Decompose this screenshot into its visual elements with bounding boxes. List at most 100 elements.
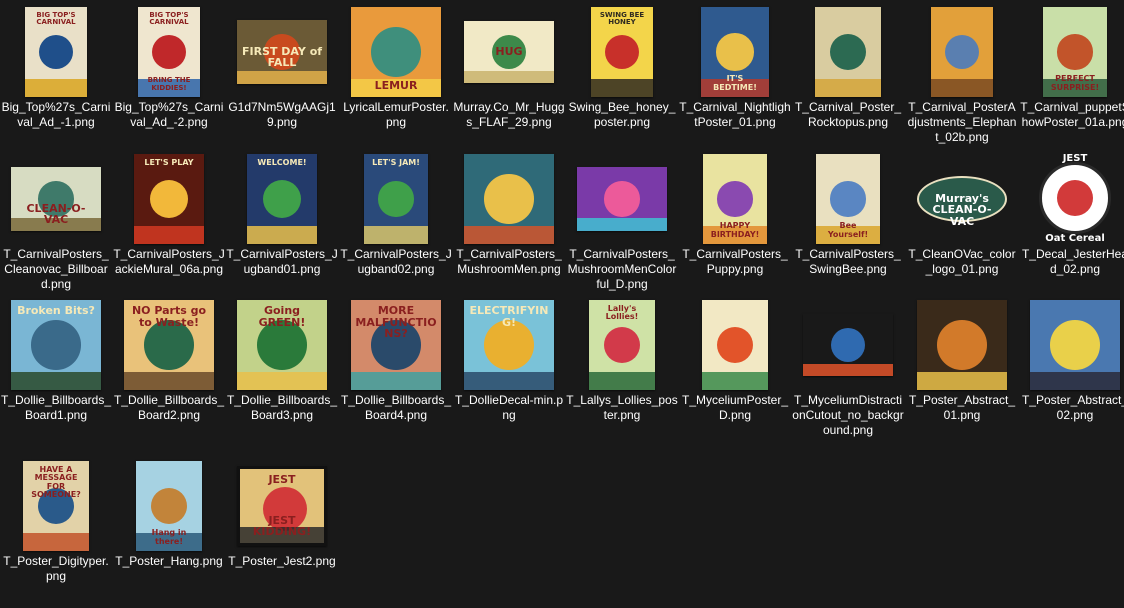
file-name-label: T_Carnival_puppetShowPoster_01a.png bbox=[1020, 100, 1124, 129]
file-item[interactable]: Murray's CLEAN-O-VAC T_CleanOVac_color_lo… bbox=[906, 153, 1018, 301]
artwork-figure bbox=[830, 327, 866, 363]
file-item[interactable]: WELCOME! T_CarnivalPosters_Jugband01.png bbox=[226, 153, 338, 301]
file-item[interactable]: LET'S JAM! T_CarnivalPosters_Jugband02.pn… bbox=[340, 153, 452, 301]
image-thumbnail: LEMUR bbox=[351, 7, 441, 97]
artwork-accent bbox=[803, 364, 893, 376]
file-thumbnail-area: Hang in there! bbox=[113, 460, 225, 552]
file-item[interactable]: JEST Oat Cereal T_Decal_JesterHead_02.png bbox=[1019, 153, 1124, 301]
file-name-label: T_CarnivalPosters_MushroomMenColorful_D.… bbox=[567, 247, 677, 291]
file-item[interactable]: MORE MALFUNCTIONS? T_Dollie_Billboards_Bo… bbox=[340, 299, 452, 447]
artwork-figure bbox=[717, 181, 753, 217]
file-item[interactable]: T_Carnival_Poster_Rocktopus.png bbox=[792, 6, 904, 154]
file-name-label: T_CarnivalPosters_Jugband01.png bbox=[226, 247, 338, 276]
image-thumbnail: MORE MALFUNCTIONS? bbox=[351, 300, 441, 390]
file-item[interactable]: T_Poster_Abstract_01.png bbox=[906, 299, 1018, 447]
thumbnail-caption: JEST KIDDING! bbox=[252, 513, 312, 539]
artwork-accent bbox=[917, 372, 1007, 390]
file-name-label: T_CarnivalPosters_Puppy.png bbox=[682, 247, 788, 276]
artwork-accent bbox=[815, 79, 881, 97]
file-item[interactable]: HAPPY BIRTHDAY! T_CarnivalPosters_Puppy.p… bbox=[679, 153, 791, 301]
file-item[interactable]: T_Carnival_PosterAdjustments_Elephant_02… bbox=[906, 6, 1018, 154]
thumbnail-caption: Murray's CLEAN-O-VAC bbox=[932, 191, 992, 228]
artwork-accent bbox=[464, 71, 554, 83]
file-name-label: T_MyceliumPoster_D.png bbox=[681, 393, 789, 422]
thumbnail-caption: JEST bbox=[268, 473, 296, 486]
file-item[interactable]: IT'S BEDTIME! T_Carnival_NightlightPoster… bbox=[679, 6, 791, 154]
file-item[interactable]: SWING BEE HONEY Swing_Bee_honey_poster.pn… bbox=[566, 6, 678, 154]
file-item[interactable]: Going GREEN! T_Dollie_Billboards_Board3.p… bbox=[226, 299, 338, 447]
file-name-label: Swing_Bee_honey_poster.png bbox=[568, 100, 676, 129]
artwork-figure bbox=[149, 179, 189, 219]
file-item[interactable]: Hang in there! T_Poster_Hang.png bbox=[113, 460, 225, 608]
image-thumbnail: CLEAN-O-VAC bbox=[11, 167, 101, 231]
file-item[interactable]: T_Poster_Abstract_02.png bbox=[1019, 299, 1124, 447]
thumbnail-caption: LET'S JAM! bbox=[372, 158, 420, 167]
file-thumbnail-area: Murray's CLEAN-O-VAC bbox=[906, 153, 1018, 245]
file-item[interactable]: ELECTRIFYING! T_DollieDecal-min.png bbox=[453, 299, 565, 447]
file-thumbnail-area: LET'S PLAY bbox=[113, 153, 225, 245]
file-thumbnail-area bbox=[679, 299, 791, 391]
artwork-accent bbox=[931, 79, 993, 97]
file-item[interactable]: LET'S PLAY T_CarnivalPosters_JackieMural_… bbox=[113, 153, 225, 301]
file-thumbnail-area: Bee Yourself! bbox=[792, 153, 904, 245]
artwork-accent bbox=[124, 372, 214, 390]
file-icon-grid: BIG TOP'S CARNIVAL Big_Top%27s_Carnival_A… bbox=[0, 0, 1124, 592]
image-thumbnail: HAPPY BIRTHDAY! bbox=[703, 154, 767, 244]
thumbnail-caption: Broken Bits? bbox=[17, 304, 95, 317]
artwork-accent bbox=[237, 71, 327, 84]
file-name-label: T_Dollie_Billboards_Board1.png bbox=[0, 393, 112, 422]
file-item[interactable]: LEMUR LyricalLemurPoster.png bbox=[340, 6, 452, 154]
file-thumbnail-area: HUG bbox=[453, 6, 565, 98]
artwork-figure bbox=[1057, 34, 1093, 70]
image-thumbnail bbox=[1030, 300, 1120, 390]
file-thumbnail-area: JEST JEST KIDDING! bbox=[226, 460, 338, 552]
artwork-accent bbox=[11, 372, 101, 390]
artwork-accent bbox=[364, 226, 428, 244]
artwork-accent bbox=[247, 226, 317, 244]
file-item[interactable]: NO Parts go to Waste! T_Dollie_Billboards… bbox=[113, 299, 225, 447]
file-item[interactable]: PERFECT SURPRISE! T_Carnival_puppetShowPo… bbox=[1019, 6, 1124, 154]
file-thumbnail-area: BIG TOP'S CARNIVAL BRING THE KIDDIES! bbox=[113, 6, 225, 98]
file-item[interactable]: Lally's Lollies! T_Lallys_Lollies_poster.… bbox=[566, 299, 678, 447]
file-item[interactable]: T_MyceliumPoster_D.png bbox=[679, 299, 791, 447]
file-item[interactable]: HAVE A MESSAGE FOR SOMEONE? T_Poster_Digi… bbox=[0, 460, 112, 608]
artwork-accent bbox=[1030, 372, 1120, 390]
file-item[interactable]: CLEAN-O-VAC T_CarnivalPosters_Cleanovac_B… bbox=[0, 153, 112, 301]
file-name-label: T_Carnival_Poster_Rocktopus.png bbox=[794, 100, 902, 129]
file-item[interactable]: HUG Murray.Co_Mr_Huggs_FLAF_29.png bbox=[453, 6, 565, 154]
image-thumbnail: JEST Oat Cereal bbox=[1033, 154, 1117, 244]
file-thumbnail-area bbox=[792, 6, 904, 98]
file-thumbnail-area bbox=[453, 153, 565, 245]
artwork-accent bbox=[589, 372, 655, 390]
artwork-accent bbox=[237, 372, 327, 390]
file-thumbnail-area bbox=[792, 299, 904, 391]
file-name-label: Big_Top%27s_Carnival_Ad_-2.png bbox=[114, 100, 224, 129]
file-name-label: T_CarnivalPosters_JackieMural_06a.png bbox=[113, 247, 225, 276]
file-item[interactable]: FIRST DAY of FALL G1d7Nm5WgAAGj19.png bbox=[226, 6, 338, 154]
file-item[interactable]: T_MyceliumDistractionCutout_no_backgroun… bbox=[792, 299, 904, 447]
file-item[interactable]: Bee Yourself! T_CarnivalPosters_SwingBee.… bbox=[792, 153, 904, 301]
file-thumbnail-area bbox=[906, 299, 1018, 391]
thumbnail-caption: BIG TOP'S CARNIVAL bbox=[36, 11, 76, 27]
file-item[interactable]: Broken Bits? T_Dollie_Billboards_Board1.p… bbox=[0, 299, 112, 447]
file-name-label: T_Poster_Jest2.png bbox=[228, 554, 336, 568]
file-item[interactable]: T_CarnivalPosters_MushroomMenColorful_D.… bbox=[566, 153, 678, 301]
thumbnail-caption: IT'S BEDTIME! bbox=[713, 74, 757, 92]
image-thumbnail: BIG TOP'S CARNIVAL BRING THE KIDDIES! bbox=[138, 7, 200, 97]
file-thumbnail-area: FIRST DAY of FALL bbox=[226, 6, 338, 98]
image-thumbnail: BIG TOP'S CARNIVAL bbox=[25, 7, 87, 97]
artwork-figure bbox=[937, 320, 987, 370]
file-item[interactable]: JEST JEST KIDDING! T_Poster_Jest2.png bbox=[226, 460, 338, 608]
file-thumbnail-area: WELCOME! bbox=[226, 153, 338, 245]
thumbnail-caption: Oat Cereal bbox=[1045, 232, 1105, 244]
file-thumbnail-area: IT'S BEDTIME! bbox=[679, 6, 791, 98]
thumbnail-caption: Lally's Lollies! bbox=[605, 304, 639, 322]
file-name-label: T_Poster_Digityper.png bbox=[3, 554, 109, 583]
thumbnail-caption: Bee Yourself! bbox=[827, 221, 869, 239]
artwork-figure bbox=[150, 487, 188, 525]
file-item[interactable]: T_CarnivalPosters_MushroomMen.png bbox=[453, 153, 565, 301]
file-item[interactable]: BIG TOP'S CARNIVAL Big_Top%27s_Carnival_A… bbox=[0, 6, 112, 154]
file-name-label: T_Poster_Hang.png bbox=[115, 554, 223, 568]
image-thumbnail bbox=[815, 7, 881, 97]
file-item[interactable]: BIG TOP'S CARNIVAL BRING THE KIDDIES! Big_… bbox=[113, 6, 225, 154]
